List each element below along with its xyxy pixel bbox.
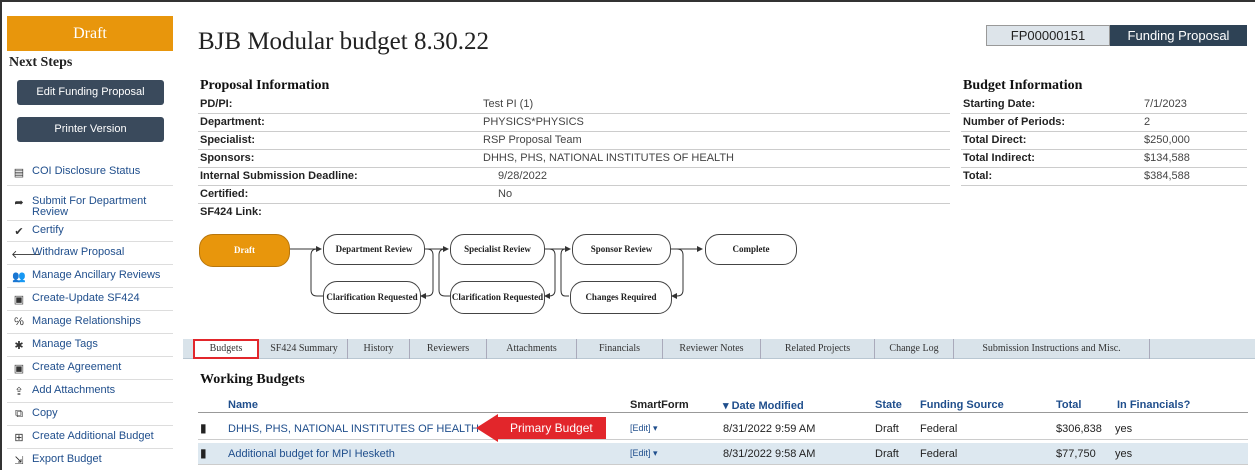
sidebar-item-create-agreement[interactable]: ▣ Create Agreement (7, 357, 173, 380)
document-icon: ▮ (200, 421, 207, 435)
add-icon: ⊞ (14, 432, 24, 444)
funding-source: Federal (920, 448, 958, 460)
info-row-department: Department: PHYSICS*PHYSICS (198, 114, 950, 132)
info-row-pdpi: PD/PI: Test PI (1) (198, 96, 950, 114)
sidebar-item-manage-ancillary-reviews[interactable]: 👥 Manage Ancillary Reviews (7, 265, 173, 288)
users-icon: 👥 (12, 271, 26, 283)
in-financials: yes (1115, 423, 1133, 435)
tab-history[interactable]: History (348, 339, 410, 359)
printer-version-button[interactable]: Printer Version (17, 117, 164, 142)
working-budgets-heading: Working Budgets (200, 372, 305, 387)
proposal-info-heading: Proposal Information (200, 78, 330, 93)
gear-icon: ✱ (14, 340, 24, 352)
col-in-financials[interactable]: In Financials? (1117, 399, 1190, 411)
smartform-edit-menu[interactable]: [Edit] ▾ (630, 448, 658, 459)
budget-row-total: Total: $384,588 (961, 168, 1247, 186)
budget-state: Draft (875, 448, 899, 460)
in-financials: yes (1115, 448, 1133, 460)
info-row-deadline: Internal Submission Deadline: 9/28/2022 (198, 168, 950, 186)
sidebar-item-create-additional-budget[interactable]: ⊞ Create Additional Budget (7, 426, 173, 449)
table-row: ▮ Additional budget for MPI Hesketh [Edi… (198, 443, 1248, 465)
sidebar-item-manage-tags[interactable]: ✱ Manage Tags (7, 334, 173, 357)
proposal-id-badge: FP00000151 (986, 25, 1110, 46)
tab-related-projects[interactable]: Related Projects (761, 339, 875, 359)
tab-bar: Budgets SF424 Summary History Reviewers … (183, 339, 1255, 359)
tab-reviewer-notes[interactable]: Reviewer Notes (663, 339, 761, 359)
col-state[interactable]: State (875, 399, 902, 411)
check-icon: ✔ (14, 226, 24, 238)
document-icon: ▮ (200, 446, 207, 460)
budget-row-start-date: Starting Date: 7/1/2023 (961, 96, 1247, 114)
workflow-node-clarification-1: Clarification Requested (323, 281, 421, 314)
sidebar-item-create-update-sf424[interactable]: ▣ Create-Update SF424 (7, 288, 173, 311)
sidebar-item-manage-relationships[interactable]: ℅ Manage Relationships (7, 311, 173, 334)
smartform-edit-menu[interactable]: [Edit] ▾ (630, 423, 658, 434)
form-icon: ▣ (13, 363, 25, 375)
tab-sf424-summary[interactable]: SF424 Summary (261, 339, 348, 359)
budget-row-total-direct: Total Direct: $250,000 (961, 132, 1247, 150)
workflow-node-sponsor-review: Sponsor Review (572, 234, 671, 265)
col-name[interactable]: Name (228, 399, 258, 411)
sidebar: Draft Next Steps Edit Funding Proposal P… (7, 16, 173, 470)
tab-submission-instructions[interactable]: Submission Instructions and Misc. (954, 339, 1150, 359)
workflow-node-draft: Draft (199, 234, 290, 267)
sidebar-item-certify[interactable]: ✔ Certify (7, 221, 173, 242)
col-smartform: SmartForm (630, 399, 689, 411)
workflow-node-specialist-review: Specialist Review (450, 234, 545, 265)
date-modified: 8/31/2022 9:59 AM (723, 423, 816, 435)
next-steps-heading: Next Steps (9, 55, 73, 70)
tab-change-log[interactable]: Change Log (875, 339, 954, 359)
budget-name-link[interactable]: DHHS, PHS, NATIONAL INSTITUTES OF HEALTH (228, 423, 479, 435)
budget-total: $77,750 (1056, 448, 1096, 460)
budget-row-periods: Number of Periods: 2 (961, 114, 1247, 132)
sidebar-item-coi-disclosure[interactable]: ▤ COI Disclosure Status (7, 160, 173, 186)
sidebar-item-copy[interactable]: ⧉ Copy (7, 403, 173, 426)
copy-icon: ⧉ (15, 408, 23, 420)
workflow-node-clarification-2: Clarification Requested (450, 281, 545, 314)
sidebar-item-submit-department-review[interactable]: ➦ Submit For Department Review (7, 193, 173, 221)
budget-row-total-indirect: Total Indirect: $134,588 (961, 150, 1247, 168)
tab-budgets[interactable]: Budgets (193, 339, 259, 359)
col-total[interactable]: Total (1056, 399, 1081, 411)
sidebar-item-add-attachments[interactable]: ⇪ Add Attachments (7, 380, 173, 403)
budget-info-heading: Budget Information (963, 78, 1083, 93)
workflow-node-complete: Complete (705, 234, 797, 265)
tab-attachments[interactable]: Attachments (487, 339, 577, 359)
primary-budget-callout: Primary Budget (476, 414, 606, 442)
tab-financials[interactable]: Financials (577, 339, 663, 359)
info-row-sf424-link: SF424 Link: (200, 206, 262, 218)
page-title: BJB Modular budget 8.30.22 (198, 28, 489, 55)
arrow-right-icon: ➦ (14, 197, 24, 209)
proposal-type-badge: Funding Proposal (1110, 25, 1247, 46)
arrow-left-icon: 🡐 (11, 249, 41, 261)
edit-funding-proposal-button[interactable]: Edit Funding Proposal (17, 80, 164, 105)
col-date-modified[interactable]: ▾ Date Modified (723, 399, 804, 412)
info-row-sponsors: Sponsors: DHHS, PHS, NATIONAL INSTITUTES … (198, 150, 950, 168)
info-row-certified: Certified: No (198, 186, 950, 204)
state-badge: Draft (7, 16, 173, 51)
tab-reviewers[interactable]: Reviewers (410, 339, 487, 359)
workflow-node-department-review: Department Review (323, 234, 425, 265)
budget-name-link[interactable]: Additional budget for MPI Hesketh (228, 448, 395, 460)
export-icon: ⇲ (14, 455, 24, 467)
funding-source: Federal (920, 423, 958, 435)
link-icon: ℅ (14, 316, 24, 328)
list-icon: ▤ (13, 167, 25, 179)
col-funding-source[interactable]: Funding Source (920, 399, 1004, 411)
date-modified: 8/31/2022 9:58 AM (723, 448, 816, 460)
sidebar-item-export-budget[interactable]: ⇲ Export Budget (7, 449, 173, 472)
budget-total: $306,838 (1056, 423, 1102, 435)
workflow-node-changes-required: Changes Required (570, 281, 672, 314)
upload-icon: ⇪ (14, 386, 24, 398)
info-row-specialist: Specialist: RSP Proposal Team (198, 132, 950, 150)
form-icon: ▣ (13, 294, 25, 306)
callout-label: Primary Budget (510, 421, 593, 435)
sidebar-item-withdraw-proposal[interactable]: 🡐 Withdraw Proposal (7, 242, 173, 265)
budget-state: Draft (875, 423, 899, 435)
table-row: ▮ DHHS, PHS, NATIONAL INSTITUTES OF HEAL… (198, 418, 1248, 440)
